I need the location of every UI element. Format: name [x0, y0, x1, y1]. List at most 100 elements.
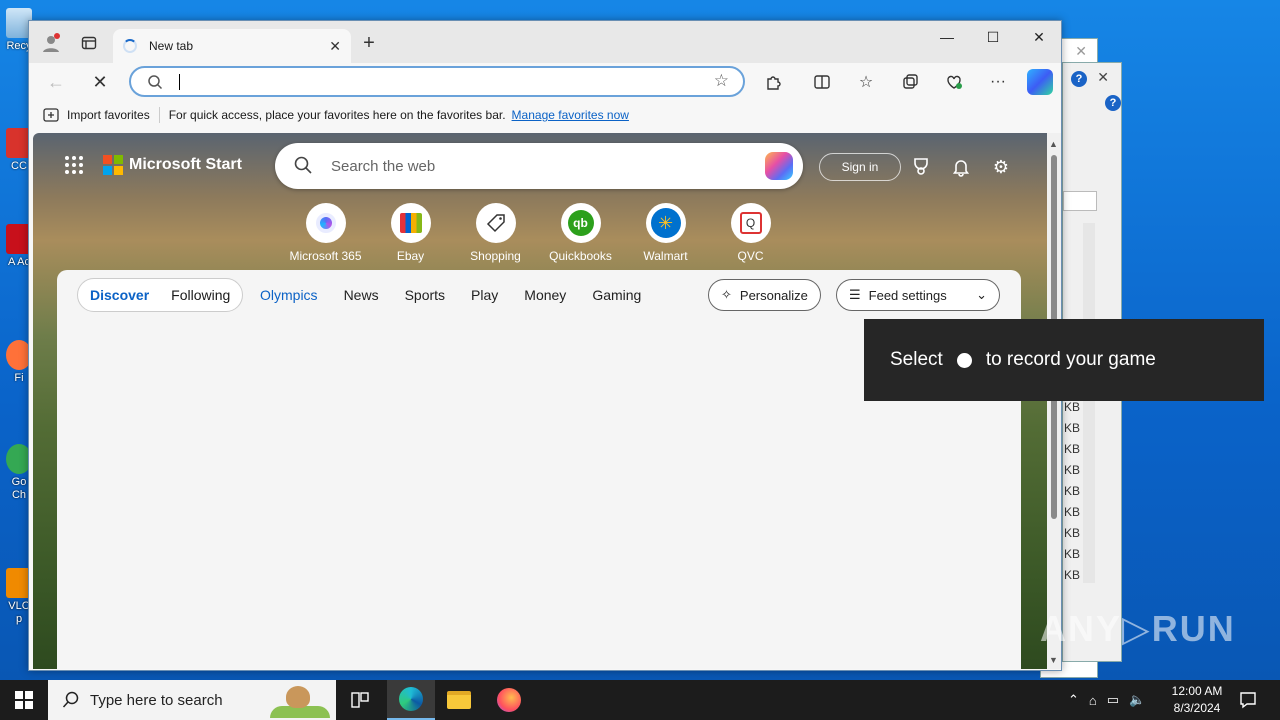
sparkle-icon: ✧: [721, 287, 732, 302]
stop-loading-icon[interactable]: ✕: [85, 67, 115, 97]
chevron-up-icon[interactable]: ⌃: [1068, 692, 1079, 708]
walmart-icon: ✳: [645, 203, 686, 243]
record-icon: [956, 352, 972, 368]
profile-icon[interactable]: [37, 29, 65, 57]
collections-icon[interactable]: [895, 67, 925, 97]
page-scrollbar[interactable]: ▲ ▼: [1047, 133, 1061, 669]
tab-following[interactable]: Following: [171, 287, 230, 303]
import-favorites-button[interactable]: Import favorites: [43, 108, 150, 122]
game-recording-toast: Select to record your game: [864, 319, 1264, 401]
task-view-icon[interactable]: [336, 680, 384, 720]
browser-essentials-icon[interactable]: [939, 67, 969, 97]
manage-favorites-link[interactable]: Manage favorites now: [512, 108, 629, 122]
nav-sports[interactable]: Sports: [405, 287, 445, 303]
feed-settings-label: Feed settings: [868, 287, 947, 303]
favorites-icon[interactable]: ☆: [851, 67, 881, 97]
file-size: KB: [1064, 505, 1081, 519]
new-tab-icon[interactable]: +: [355, 29, 383, 57]
quickbooks-icon: qb: [560, 203, 601, 243]
close-window-icon[interactable]: ✕: [1016, 21, 1061, 53]
copilot-search-icon[interactable]: [765, 152, 793, 180]
minimize-icon[interactable]: —: [924, 21, 970, 53]
web-search-box[interactable]: Search the web: [275, 143, 803, 189]
copilot-icon[interactable]: [1027, 69, 1053, 95]
file-size: KB: [1064, 400, 1081, 414]
quick-link-label: Walmart: [643, 249, 688, 263]
more-options-icon[interactable]: ···: [983, 67, 1013, 97]
ms-start-logo[interactable]: Microsoft Start: [103, 155, 242, 175]
personalize-button[interactable]: ✧ Personalize: [708, 279, 821, 311]
tab-new-tab[interactable]: New tab ✕: [113, 29, 351, 63]
quick-link-qvc[interactable]: Q QVC: [708, 203, 793, 263]
edge-taskbar-icon[interactable]: [387, 680, 435, 720]
notifications-bell-icon[interactable]: [947, 153, 975, 181]
quick-link-microsoft-365[interactable]: Microsoft 365: [283, 203, 368, 263]
extensions-icon[interactable]: [759, 67, 789, 97]
search-icon: [62, 691, 79, 708]
address-bar[interactable]: ☆: [129, 66, 745, 97]
import-favorites-label: Import favorites: [67, 108, 150, 122]
tab-title: New tab: [149, 39, 194, 53]
windows-logo-icon: [15, 691, 33, 709]
quick-link-walmart[interactable]: ✳ Walmart: [623, 203, 708, 263]
quick-link-label: QVC: [737, 249, 764, 263]
search-box[interactable]: [1063, 191, 1097, 211]
network-icon[interactable]: ⌂: [1089, 693, 1097, 708]
nav-olympics[interactable]: Olympics: [260, 287, 318, 303]
nav-play[interactable]: Play: [471, 287, 498, 303]
quick-links: Microsoft 365 Ebay Shopping qb Quickbook…: [283, 203, 793, 263]
scroll-down-icon[interactable]: ▼: [1049, 655, 1058, 665]
firefox-taskbar-icon[interactable]: [485, 680, 533, 720]
start-button[interactable]: [0, 680, 48, 720]
clock-date: 8/3/2024: [1173, 701, 1221, 715]
nav-news[interactable]: News: [344, 287, 379, 303]
import-icon: [43, 108, 59, 122]
rewards-icon[interactable]: [907, 153, 935, 181]
nav-gaming[interactable]: Gaming: [592, 287, 641, 303]
taskbar-search-box[interactable]: Type here to search: [48, 680, 336, 720]
clock-time: 12:00 AM: [1171, 684, 1223, 698]
clock[interactable]: 12:00 AM 8/3/2024: [1166, 683, 1228, 717]
help-icon[interactable]: ?: [1105, 95, 1121, 111]
tab-actions-icon[interactable]: [75, 29, 103, 57]
feed-settings-button[interactable]: ☰ Feed settings ⌄: [836, 279, 1000, 311]
maximize-icon[interactable]: ☐: [970, 21, 1016, 53]
favorites-hint: For quick access, place your favorites h…: [168, 108, 506, 122]
help-icon[interactable]: ?: [1071, 71, 1087, 87]
display-icon[interactable]: ▭: [1107, 692, 1119, 708]
feed-tab-group: Discover Following: [77, 278, 244, 312]
quick-link-label: Quickbooks: [549, 249, 612, 263]
scroll-up-icon[interactable]: ▲: [1049, 139, 1058, 149]
ms-start-header: Microsoft Start Search the web Sign in ⚙: [33, 133, 1047, 193]
search-highlight-illustration: [264, 682, 330, 718]
search-placeholder: Search the web: [331, 158, 436, 175]
volume-icon[interactable]: 🔈: [1129, 692, 1145, 708]
close-icon[interactable]: ✕: [1075, 43, 1087, 60]
quick-link-ebay[interactable]: Ebay: [368, 203, 453, 263]
text-caret: [179, 74, 180, 90]
app-launcher-icon[interactable]: [65, 156, 83, 174]
favorite-star-icon[interactable]: ☆: [714, 71, 729, 91]
file-explorer-icon[interactable]: [435, 680, 483, 720]
settings-gear-icon[interactable]: ⚙: [987, 153, 1015, 181]
notification-center-icon[interactable]: [1236, 688, 1260, 712]
quick-link-shopping[interactable]: Shopping: [453, 203, 538, 263]
sign-in-button[interactable]: Sign in: [819, 153, 901, 181]
file-size: KB: [1064, 526, 1081, 540]
add-shortcut-icon[interactable]: +: [293, 137, 327, 171]
close-icon[interactable]: ✕: [1097, 69, 1109, 86]
quick-link-label: Microsoft 365: [289, 249, 362, 263]
back-icon[interactable]: ←: [41, 67, 71, 97]
split-screen-icon[interactable]: [807, 67, 837, 97]
toast-text-start: Select: [890, 349, 943, 370]
search-icon: [147, 74, 163, 93]
scrollbar[interactable]: [1083, 223, 1095, 583]
microsoft-logo-icon: [103, 155, 123, 175]
taskbar-search-placeholder: Type here to search: [90, 691, 223, 709]
tab-discover[interactable]: Discover: [90, 287, 149, 303]
quick-link-quickbooks[interactable]: qb Quickbooks: [538, 203, 623, 263]
nav-money[interactable]: Money: [524, 287, 566, 303]
brand-name: Microsoft Start: [129, 156, 242, 173]
toolbar: ← ✕ ☆ ☆ ···: [29, 63, 1061, 101]
tab-close-icon[interactable]: ✕: [329, 38, 341, 55]
